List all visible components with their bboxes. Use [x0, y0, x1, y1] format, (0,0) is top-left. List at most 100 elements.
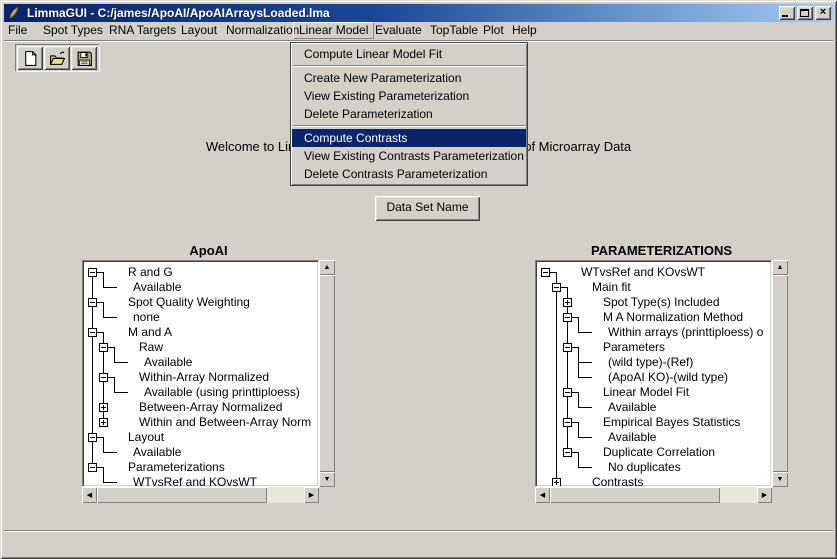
collapse-box-icon[interactable]: [563, 343, 572, 352]
menubar-item-file[interactable]: File: [8, 22, 27, 39]
menubar-item-rna-targets[interactable]: RNA Targets: [109, 22, 176, 39]
menu-item-view-existing-parameterization[interactable]: View Existing Parameterization: [292, 87, 526, 105]
new-file-button[interactable]: [17, 46, 43, 70]
collapse-box-icon[interactable]: [99, 373, 108, 382]
vscroll-thumb[interactable]: [772, 275, 788, 472]
scroll-left-icon[interactable]: ◀: [82, 487, 97, 503]
scroll-right-icon[interactable]: ▶: [757, 487, 772, 503]
tree-node-r-and-g[interactable]: R and G: [128, 265, 173, 280]
menubar-item-plot[interactable]: Plot: [483, 22, 504, 39]
menu-separator: [293, 65, 525, 67]
tree-node-within-arrays-printtiploess-o[interactable]: Within arrays (printtiploess) o: [608, 325, 763, 340]
collapse-box-icon[interactable]: [563, 388, 572, 397]
tree-connector-line: [578, 467, 592, 468]
vscroll-thumb[interactable]: [319, 275, 335, 472]
tree-node-within-array-normalized[interactable]: Within-Array Normalized: [139, 370, 269, 385]
collapse-box-icon[interactable]: [563, 418, 572, 427]
menubar-item-evaluate[interactable]: Evaluate: [375, 22, 422, 39]
tree-node-within-and-between-array-norm[interactable]: Within and Between-Array Norm: [139, 415, 311, 430]
menubar-item-spot-types[interactable]: Spot Types: [43, 22, 103, 39]
collapse-box-icon[interactable]: [541, 268, 550, 277]
menubar-item-layout[interactable]: Layout: [181, 22, 217, 39]
menu-item-compute-contrasts[interactable]: Compute Contrasts: [292, 129, 526, 147]
tree-node-layout[interactable]: Layout: [128, 430, 164, 445]
expand-box-icon[interactable]: [99, 403, 108, 412]
tree-node-apoai-ko-wild-type[interactable]: (ApoAI KO)-(wild type): [608, 370, 728, 385]
tree-node-available[interactable]: Available: [608, 400, 656, 415]
menu-item-view-existing-contrasts-parameterization[interactable]: View Existing Contrasts Parameterization: [292, 147, 526, 165]
maximize-button[interactable]: [797, 6, 813, 20]
tree-node-wild-type-ref[interactable]: (wild type)-(Ref): [608, 355, 693, 370]
tree-connector-line: [103, 482, 117, 483]
tree-node-spot-type-s-included[interactable]: Spot Type(s) Included: [603, 295, 720, 310]
tree-node-main-fit[interactable]: Main fit: [592, 280, 631, 295]
left-tree[interactable]: R and GAvailableSpot Quality Weightingno…: [82, 260, 319, 487]
tree-connector-line: [103, 437, 104, 453]
tree-node-no-duplicates[interactable]: No duplicates: [608, 460, 681, 475]
menubar-item-help[interactable]: Help: [512, 22, 537, 39]
collapse-box-icon[interactable]: [88, 433, 97, 442]
tree-node-parameterizations[interactable]: Parameterizations: [128, 460, 225, 475]
collapse-box-icon[interactable]: [88, 298, 97, 307]
right-tree-hscrollbar[interactable]: ◀ ▶: [535, 487, 772, 503]
tree-node-available[interactable]: Available: [144, 355, 192, 370]
tree-node-available[interactable]: Available: [133, 445, 181, 460]
menu-item-delete-parameterization[interactable]: Delete Parameterization: [292, 105, 526, 123]
close-icon: ×: [815, 6, 831, 20]
scroll-up-icon[interactable]: ▲: [772, 260, 788, 275]
expand-box-icon[interactable]: [99, 418, 108, 427]
right-tree[interactable]: WTvsRef and KOvsWTMain fitSpot Type(s) I…: [535, 260, 772, 487]
title-bar[interactable]: LimmaGUI - C:/james/ApoAI/ApoAIArraysLoa…: [4, 4, 833, 22]
tree-connector-line: [578, 362, 592, 363]
tree-node-available[interactable]: Available: [133, 280, 181, 295]
collapse-box-icon[interactable]: [88, 328, 97, 337]
expand-box-icon[interactable]: [552, 478, 561, 487]
expand-box-icon[interactable]: [563, 298, 572, 307]
hscroll-thumb[interactable]: [97, 487, 267, 503]
tree-node-contrasts[interactable]: Contrasts: [592, 475, 643, 487]
tree-node-spot-quality-weighting[interactable]: Spot Quality Weighting: [128, 295, 250, 310]
tree-node-linear-model-fit[interactable]: Linear Model Fit: [603, 385, 689, 400]
scroll-up-icon[interactable]: ▲: [319, 260, 335, 275]
scroll-down-icon[interactable]: ▼: [319, 472, 335, 487]
collapse-box-icon[interactable]: [88, 268, 97, 277]
tree-node-available-using-printtiploess[interactable]: Available (using printtiploess): [144, 385, 300, 400]
collapse-box-icon[interactable]: [563, 313, 572, 322]
collapse-box-icon[interactable]: [99, 343, 108, 352]
close-button[interactable]: ×: [815, 6, 831, 20]
collapse-box-icon[interactable]: [88, 463, 97, 472]
tree-node-wtvsref-and-kovswt[interactable]: WTvsRef and KOvsWT: [581, 265, 705, 280]
tree-node-available[interactable]: Available: [608, 430, 656, 445]
tree-node-m-and-a[interactable]: M and A: [128, 325, 172, 340]
minimize-icon: [782, 15, 788, 17]
scroll-right-icon[interactable]: ▶: [304, 487, 319, 503]
right-tree-vscrollbar[interactable]: ▲ ▼: [772, 260, 788, 487]
menubar-item-linear-model[interactable]: Linear Model: [293, 22, 374, 39]
data-set-name-button[interactable]: Data Set Name: [375, 196, 480, 221]
tree-node-m-a-normalization-method[interactable]: M A Normalization Method: [603, 310, 743, 325]
collapse-box-icon[interactable]: [563, 448, 572, 457]
menubar-item-normalization[interactable]: Normalization: [226, 22, 299, 39]
minimize-button[interactable]: [779, 6, 795, 20]
tree-node-parameters[interactable]: Parameters: [603, 340, 665, 355]
menu-item-delete-contrasts-parameterization[interactable]: Delete Contrasts Parameterization: [292, 165, 526, 183]
limmagui-window: LimmaGUI - C:/james/ApoAI/ApoAIArraysLoa…: [0, 0, 837, 559]
menubar-item-toptable[interactable]: TopTable: [430, 22, 478, 39]
tree-node-wtvsref-and-kovswt[interactable]: WTvsRef and KOvsWT: [133, 475, 257, 487]
tree-node-raw[interactable]: Raw: [139, 340, 163, 355]
tree-node-between-array-normalized[interactable]: Between-Array Normalized: [139, 400, 282, 415]
tree-connector-line: [578, 452, 579, 468]
open-file-button[interactable]: [44, 46, 70, 70]
tree-node-none[interactable]: none: [133, 310, 160, 325]
left-tree-hscrollbar[interactable]: ◀ ▶: [82, 487, 319, 503]
scroll-down-icon[interactable]: ▼: [772, 472, 788, 487]
tree-node-empirical-bayes-statistics[interactable]: Empirical Bayes Statistics: [603, 415, 740, 430]
tree-node-duplicate-correlation[interactable]: Duplicate Correlation: [603, 445, 715, 460]
left-tree-vscrollbar[interactable]: ▲ ▼: [319, 260, 335, 487]
save-file-button[interactable]: [71, 46, 97, 70]
menu-item-compute-linear-model-fit[interactable]: Compute Linear Model Fit: [292, 45, 526, 63]
menu-item-create-new-parameterization[interactable]: Create New Parameterization: [292, 69, 526, 87]
hscroll-thumb[interactable]: [550, 487, 720, 503]
scroll-left-icon[interactable]: ◀: [535, 487, 550, 503]
collapse-box-icon[interactable]: [552, 283, 561, 292]
